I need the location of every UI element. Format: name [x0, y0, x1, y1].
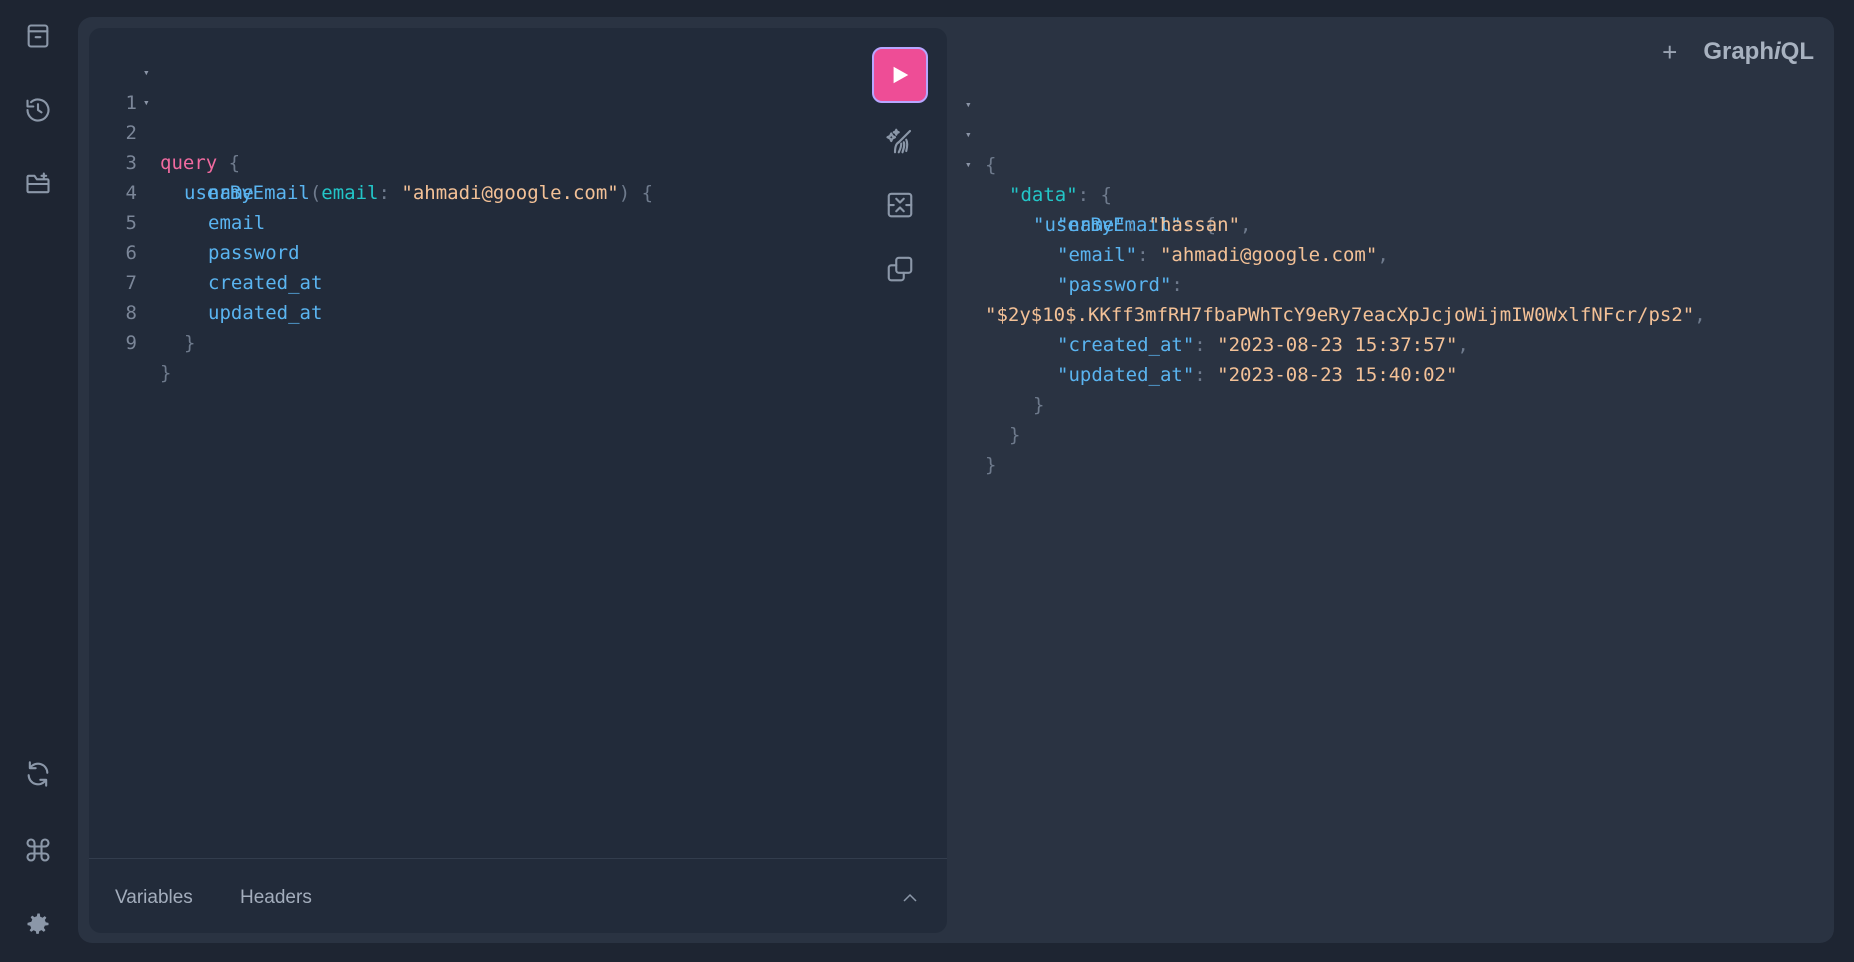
json-value: "ahmadi@google.com" [1159, 244, 1378, 266]
merge-fragments-button[interactable] [880, 185, 920, 225]
json-value: "hassan" [1148, 214, 1241, 236]
brace: } [985, 454, 997, 476]
history-icon[interactable] [22, 94, 54, 126]
shortcuts-icon[interactable] [22, 834, 54, 866]
query-editor[interactable]: 1 ▾ query { 2 ▾ userByEmail(email: "ahma… [89, 28, 947, 933]
brace: { [1100, 184, 1112, 206]
code-line: 9 } [89, 298, 172, 384]
code-line: 3 name [89, 118, 254, 204]
colon: : [1125, 214, 1149, 236]
query-keyword: query [160, 152, 218, 174]
colon: : [1077, 184, 1101, 206]
brace: } [1009, 424, 1021, 446]
code-line: 8 } [89, 268, 196, 354]
colon: : [378, 182, 402, 204]
result-line: "created_at": "2023-08-23 15:37:57", [960, 300, 1469, 356]
fold-toggle-icon[interactable]: ▾ [965, 120, 972, 150]
add-folder-icon[interactable] [22, 168, 54, 200]
field-name: created_at [208, 272, 323, 294]
argument-value: "ahmadi@google.com" [401, 182, 619, 204]
json-value: "2023-08-23 15:40:02" [1217, 364, 1458, 386]
result-line: "email": "ahmadi@google.com", [960, 210, 1389, 266]
tab-variables[interactable]: Variables [115, 887, 193, 909]
json-key: "created_at" [1057, 334, 1195, 356]
json-key: "data" [1009, 184, 1078, 206]
comma: , [1240, 214, 1252, 236]
field-name: name [208, 182, 254, 204]
colon: : [1171, 274, 1195, 296]
result-line: "name": "hassan", [960, 180, 1252, 236]
header-actions: + GraphiQL [1662, 38, 1814, 66]
refresh-icon[interactable] [22, 758, 54, 790]
fold-toggle-icon[interactable]: ▾ [143, 58, 150, 88]
paren: ( [309, 182, 322, 204]
result-line: } [960, 390, 1020, 446]
line-number: 9 [125, 332, 137, 354]
colon: : [1194, 364, 1218, 386]
comma: , [1694, 304, 1706, 326]
result-line: ▾ "data": { [960, 120, 1112, 206]
comma: , [1377, 244, 1389, 266]
code-line: 2 ▾ userByEmail(email: "ahmadi@google.co… [89, 88, 654, 204]
argument-name: email [321, 182, 379, 204]
brace: } [1033, 394, 1045, 416]
run-button[interactable] [872, 47, 928, 103]
field-name: password [208, 242, 300, 264]
chevron-up-icon[interactable] [901, 889, 919, 907]
json-key: "name" [1057, 214, 1126, 236]
code-line: 1 ▾ query { [89, 58, 241, 174]
prettify-button[interactable] [880, 121, 920, 161]
fold-toggle-icon[interactable]: ▾ [965, 90, 972, 120]
fold-toggle-icon[interactable]: ▾ [143, 88, 150, 118]
json-value: "$2y$10$.KKff3mfRH7fbaPWhTcY9eRy7eacXpJc… [985, 304, 1695, 326]
logo-text-italic: i [1774, 38, 1781, 65]
query-code[interactable]: 1 ▾ query { 2 ▾ userByEmail(email: "ahma… [89, 58, 654, 384]
logo-text: QL [1780, 38, 1814, 65]
result-line: } [960, 420, 1006, 476]
paren: ) { [618, 182, 654, 204]
result-line: ▾ { [960, 90, 1006, 176]
editor-tools-bar: Variables Headers [89, 858, 947, 933]
fold-toggle-icon[interactable]: ▾ [965, 150, 972, 180]
result-line: ▾ "userByEmail": { [960, 150, 1216, 236]
json-value: "2023-08-23 15:37:57" [1217, 334, 1458, 356]
code-line: 4 email [89, 148, 266, 234]
json-key: "updated_at" [1057, 364, 1195, 386]
copy-icon [887, 256, 913, 282]
result-line: "password": [960, 240, 1183, 296]
code-line: 7 updated_at [89, 238, 323, 324]
colon: : [1194, 334, 1218, 356]
field-name: updated_at [208, 302, 323, 324]
json-key: "email" [1057, 244, 1138, 266]
copy-query-button[interactable] [880, 249, 920, 289]
json-key: "password" [1057, 274, 1172, 296]
settings-icon[interactable] [22, 908, 54, 940]
colon: : [1137, 244, 1160, 266]
docs-icon[interactable] [22, 20, 54, 52]
play-icon [893, 66, 909, 84]
tab-headers[interactable]: Headers [240, 887, 312, 909]
field-name: email [208, 212, 266, 234]
magic-wand-icon [886, 128, 912, 154]
sidebar [0, 0, 78, 962]
code-line: 5 password [89, 178, 300, 264]
brace: } [184, 332, 196, 354]
result-line: "$2y$10$.KKff3mfRH7fbaPWhTcY9eRy7eacXpJc… [960, 270, 1706, 326]
brace: } [160, 362, 172, 384]
merge-icon [887, 192, 913, 218]
brace: { [217, 152, 241, 174]
code-line: 6 created_at [89, 208, 323, 294]
response-viewer[interactable]: ▾ { ▾ "data": { ▾ "userByEmail": { "name… [960, 90, 1706, 476]
graphiql-logo: GraphiQL [1703, 38, 1814, 66]
add-tab-button[interactable]: + [1662, 39, 1677, 65]
result-line: } [960, 360, 1044, 416]
comma: , [1457, 334, 1469, 356]
logo-text: Graph [1703, 38, 1774, 65]
result-line: "updated_at": "2023-08-23 15:40:02" [960, 330, 1457, 386]
